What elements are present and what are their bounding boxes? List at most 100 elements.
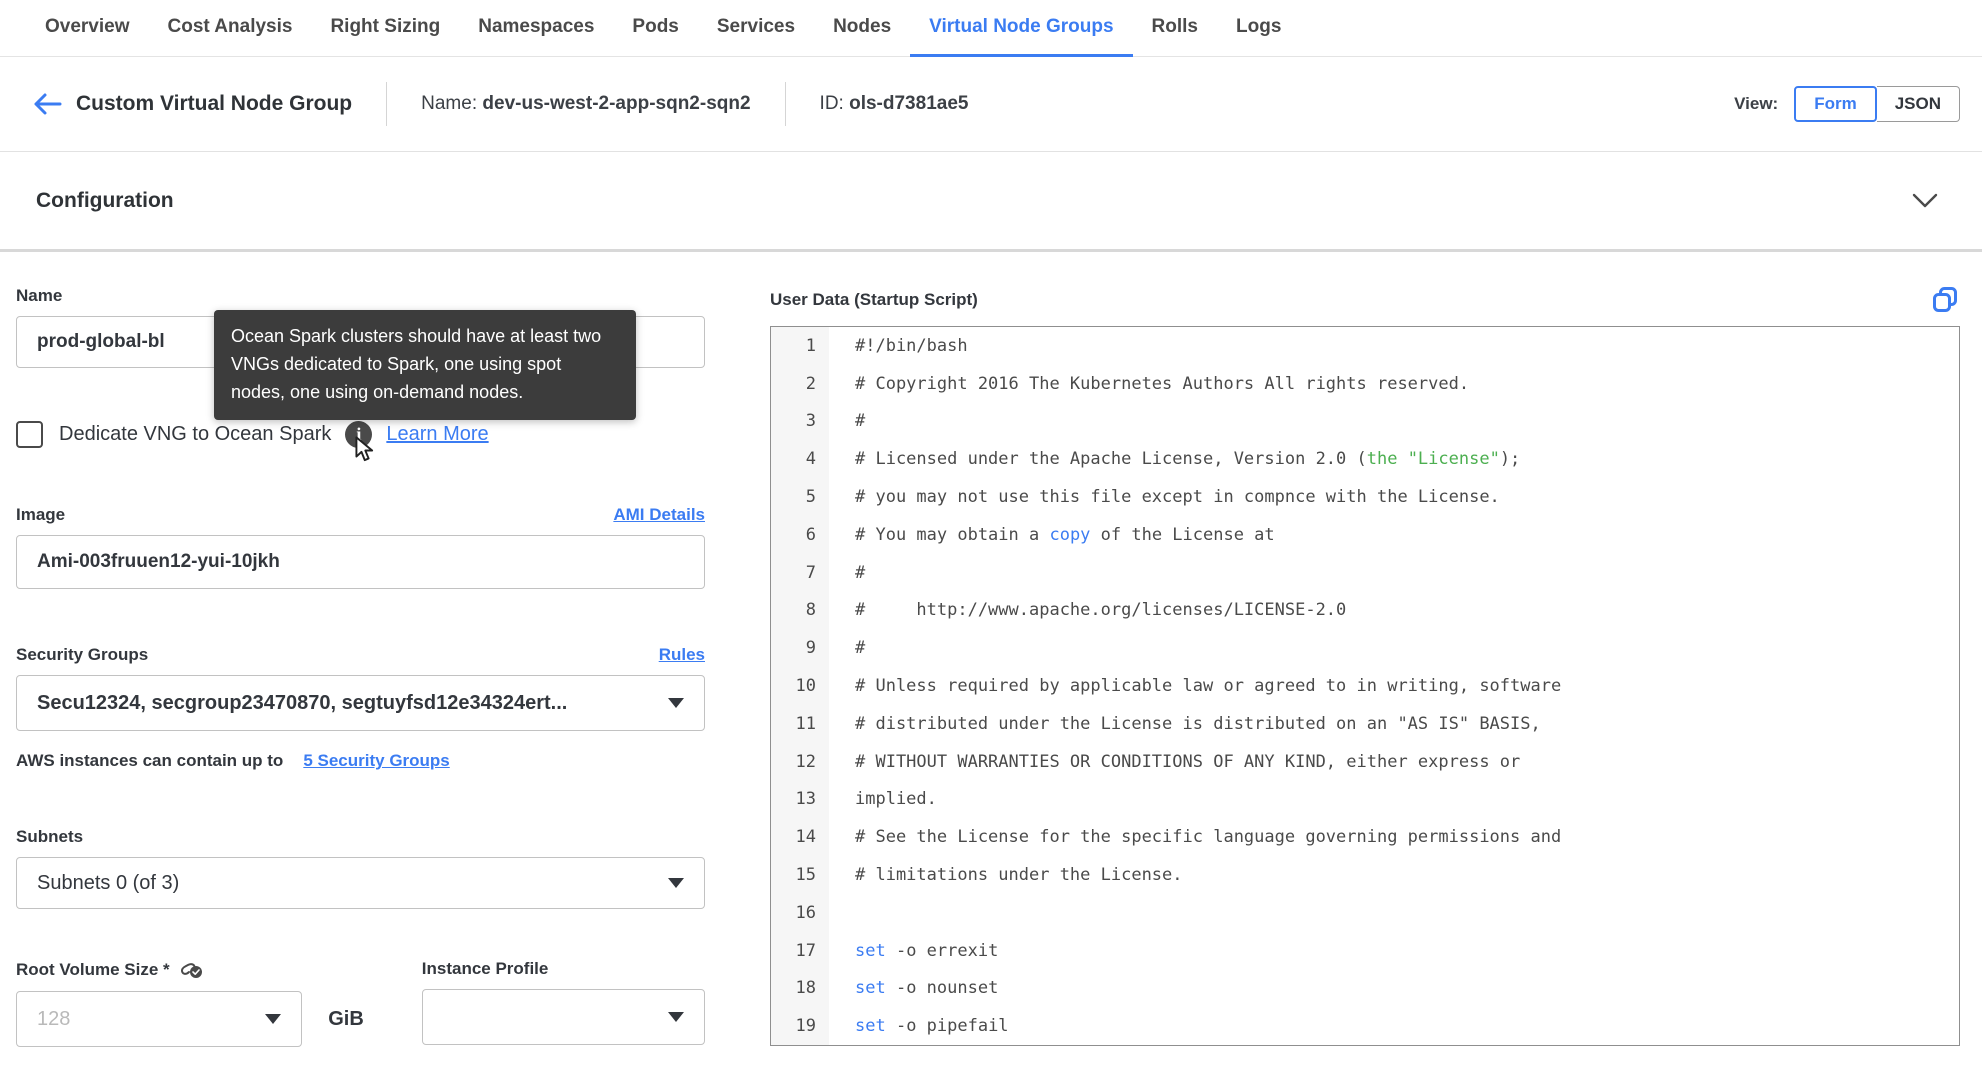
code-line-row: 2 # Copyright 2016 The Kubernetes Authors… (771, 364, 1959, 403)
security-groups-select[interactable]: Secu12324, secgroup23470870, segtuyfsd12… (16, 675, 705, 731)
tab-virtual-node-groups[interactable]: Virtual Node Groups (910, 0, 1133, 57)
line-number: 15 (771, 856, 829, 894)
image-label: Image (16, 505, 66, 524)
line-number: 19 (771, 1007, 829, 1046)
code-line-row: 12 # WITHOUT WARRANTIES OR CONDITIONS OF … (771, 742, 1959, 781)
five-security-groups-link[interactable]: 5 Security Groups (303, 751, 449, 771)
helper-text: AWS instances can contain up to (16, 751, 284, 770)
code-line-row: 17 set -o errexit (771, 931, 1959, 970)
line-number: 14 (771, 818, 829, 857)
line-number: 5 (771, 478, 829, 516)
security-groups-value: Secu12324, secgroup23470870, segtuyfsd12… (37, 691, 568, 714)
code-editor[interactable]: 1 #!/bin/bash 2 # Copyright 2016 The Kubern… (770, 326, 1960, 1047)
code-line[interactable]: # (829, 638, 1959, 658)
dedicate-vng-label: Dedicate VNG to Ocean Spark (59, 422, 332, 445)
code-line-row: 16 (771, 893, 1959, 932)
view-label: View: (1734, 94, 1779, 113)
section-title: Configuration (36, 188, 174, 212)
view-form-button[interactable]: Form (1794, 86, 1877, 122)
copy-button[interactable] (1932, 286, 1958, 314)
code-line[interactable]: set -o errexit (829, 941, 1959, 961)
tab-logs[interactable]: Logs (1217, 0, 1300, 57)
code-line-row: 11 # distributed under the License is dis… (771, 704, 1959, 743)
tab-overview[interactable]: Overview (26, 0, 149, 57)
tab-bar: Overview Cost Analysis Right Sizing Namespa… (0, 0, 1982, 57)
root-volume-row: Root Volume Size * 128 GiB Instance Prof… (16, 959, 705, 1047)
code-line-row: 10 # Unless required by applicable law or… (771, 667, 1959, 705)
rules-link[interactable]: Rules (659, 645, 705, 665)
collapse-toggle[interactable] (1912, 193, 1938, 209)
code-line[interactable]: # Unless required by applicable law or a… (829, 676, 1959, 696)
user-data-panel: User Data (Startup Script) 1 #!/bin/bash 2… (770, 286, 1960, 1047)
copy-icon (1933, 287, 1957, 312)
form-column: Name prod-global-bl Ocean Spark clusters… (16, 286, 705, 1047)
code-line[interactable]: set -o pipefail (829, 1016, 1959, 1036)
mouse-cursor-icon (355, 435, 374, 461)
root-volume-group: Root Volume Size * 128 (16, 959, 303, 1047)
vng-id: ID: ols-d7381ae5 (819, 93, 969, 114)
code-line[interactable]: # distributed under the License is distr… (829, 714, 1959, 734)
page-header: Custom Virtual Node Group Name: dev-us-w… (0, 57, 1982, 152)
code-line[interactable]: # WITHOUT WARRANTIES OR CONDITIONS OF AN… (829, 752, 1959, 772)
code-line-row: 8 # http://www.apache.org/licenses/LICENS… (771, 591, 1959, 630)
code-line[interactable]: set -o nounset (829, 978, 1959, 998)
root-volume-select[interactable]: 128 (16, 991, 303, 1047)
line-number: 3 (771, 402, 829, 441)
caret-down-icon (265, 1014, 282, 1024)
tab-namespaces[interactable]: Namespaces (459, 0, 613, 57)
code-line-row: 18 set -o nounset (771, 969, 1959, 1008)
line-number: 13 (771, 780, 829, 819)
name-label: Name (16, 286, 63, 305)
code-line-row: 14 # See the License for the specific lan… (771, 818, 1959, 857)
instance-profile-label: Instance Profile (421, 959, 549, 978)
code-line[interactable]: # (829, 563, 1959, 583)
line-number: 17 (771, 931, 829, 970)
gib-unit-label: GiB (328, 1008, 364, 1030)
code-line-row: 4 # Licensed under the Apache License, Ve… (771, 440, 1959, 479)
dedicate-vng-checkbox[interactable] (16, 420, 43, 448)
tab-right-sizing[interactable]: Right Sizing (311, 0, 459, 57)
line-number: 12 (771, 742, 829, 781)
instance-profile-group: Instance Profile (421, 959, 705, 1047)
info-wrap: i (345, 420, 374, 461)
user-data-title: User Data (Startup Script) (770, 290, 978, 309)
root-volume-label: Root Volume Size * (16, 960, 170, 979)
code-line[interactable]: # you may not use this file except in co… (829, 487, 1959, 507)
name-input-value: prod-global-bl (37, 331, 165, 352)
tab-cost-analysis[interactable]: Cost Analysis (149, 0, 312, 57)
learn-more-link[interactable]: Learn More (386, 423, 488, 446)
code-line-row: 7 # (771, 553, 1959, 592)
code-line[interactable]: # (829, 411, 1959, 431)
code-line[interactable]: implied. (829, 789, 1959, 809)
tab-services[interactable]: Services (698, 0, 814, 57)
code-line[interactable]: # Licensed under the Apache License, Ver… (829, 449, 1959, 469)
line-number: 6 (771, 515, 829, 554)
code-line[interactable]: # Copyright 2016 The Kubernetes Authors … (829, 374, 1959, 394)
subnets-select[interactable]: Subnets 0 (of 3) (16, 857, 705, 909)
image-input[interactable]: Ami-003fruuen12-yui-10jkh (16, 535, 705, 589)
dedicate-vng-row: Dedicate VNG to Ocean Spark i Learn More (16, 418, 705, 461)
back-button[interactable] (30, 87, 64, 121)
line-number: 2 (771, 364, 829, 403)
divider (386, 82, 388, 126)
subnets-value: Subnets 0 (of 3) (37, 871, 180, 894)
line-number: 9 (771, 629, 829, 668)
code-line[interactable]: # limitations under the License. (829, 865, 1959, 885)
caret-down-icon (668, 698, 684, 708)
vng-name: Name: dev-us-west-2-app-sqn2-sqn2 (421, 93, 751, 114)
instance-profile-select[interactable] (421, 989, 705, 1045)
code-line[interactable]: # http://www.apache.org/licenses/LICENSE… (829, 600, 1959, 620)
code-line[interactable]: # You may obtain a copy of the License a… (829, 525, 1959, 545)
code-line[interactable]: # See the License for the specific langu… (829, 827, 1959, 847)
tab-rolls[interactable]: Rolls (1133, 0, 1217, 57)
line-number: 18 (771, 969, 829, 1008)
tab-nodes[interactable]: Nodes (814, 0, 910, 57)
ami-details-link[interactable]: AMI Details (613, 505, 705, 525)
view-json-button[interactable]: JSON (1876, 86, 1960, 122)
tab-pods[interactable]: Pods (613, 0, 697, 57)
configuration-section-header[interactable]: Configuration (0, 152, 1982, 252)
code-line[interactable]: #!/bin/bash (829, 336, 1959, 356)
configuration-body: Name prod-global-bl Ocean Spark clusters… (0, 252, 1982, 1047)
link-icon (180, 963, 202, 978)
line-number: 11 (771, 704, 829, 743)
